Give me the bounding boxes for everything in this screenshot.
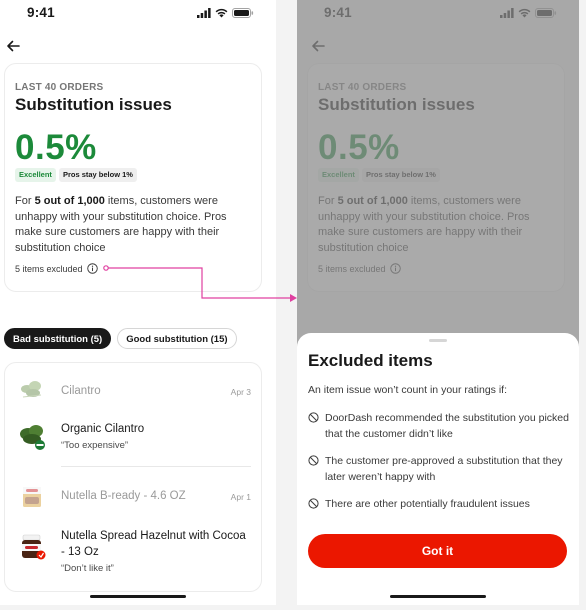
organic-cilantro-thumbnail bbox=[20, 425, 45, 450]
original-item-name: Nutella B-ready - 4.6 OZ bbox=[61, 490, 186, 502]
signal-icon bbox=[197, 8, 211, 18]
customer-note: “Too expensive” bbox=[61, 440, 129, 451]
threshold-badge: Pros stay below 1% bbox=[58, 168, 137, 182]
got-it-button[interactable]: Got it bbox=[308, 534, 567, 568]
home-indicator bbox=[390, 595, 486, 598]
order-date: Apr 1 bbox=[230, 492, 251, 502]
nutella-bready-faded-thumbnail bbox=[23, 487, 41, 507]
desc-prefix: For bbox=[15, 195, 35, 207]
rule-text: DoorDash recommended the substitution yo… bbox=[325, 412, 569, 440]
list-item[interactable]: Nutella B-ready - 4.6 OZ Apr 1 Nutella S… bbox=[5, 467, 261, 591]
sheet-intro: An item issue won’t count in your rating… bbox=[308, 384, 508, 396]
metric-eyebrow: LAST 40 ORDERS bbox=[15, 82, 104, 93]
original-item-name: Cilantro bbox=[61, 385, 101, 397]
wifi-icon bbox=[215, 8, 228, 18]
exclusion-rule: There are other potentially fraudulent i… bbox=[308, 496, 570, 512]
customer-note: “Don’t like it” bbox=[61, 563, 114, 574]
substitute-item-name: Nutella Spread Hazelnut with Cocoa - 13 … bbox=[61, 530, 246, 558]
rating-badge: Excellent bbox=[15, 168, 56, 182]
metric-card: LAST 40 ORDERS Substitution issues 0.5% … bbox=[4, 63, 262, 292]
status-time: 9:41 bbox=[27, 5, 55, 20]
metric-title: Substitution issues bbox=[15, 95, 172, 114]
prohibited-icon bbox=[308, 498, 319, 509]
excluded-label: 5 items excluded bbox=[15, 263, 83, 274]
chip-bad-substitution[interactable]: Bad substitution (5) bbox=[4, 328, 112, 349]
substitution-list: Cilantro Apr 3 Organic Cilantro “Too exp… bbox=[4, 362, 262, 592]
nutella-jar-thumbnail bbox=[22, 534, 46, 560]
prohibited-icon bbox=[308, 455, 319, 466]
exclusion-rule: The customer pre-approved a substitution… bbox=[308, 453, 570, 485]
cilantro-faded-thumbnail bbox=[21, 381, 42, 398]
rule-text: There are other potentially fraudulent i… bbox=[325, 498, 530, 510]
order-date: Apr 3 bbox=[230, 387, 251, 397]
home-indicator bbox=[90, 595, 186, 598]
filter-chips: Bad substitution (5) Good substitution (… bbox=[4, 328, 237, 349]
sheet-title: Excluded items bbox=[308, 351, 433, 370]
status-icons bbox=[197, 8, 254, 18]
metric-detail-screen: 9:41 LAST 40 ORDERS Substitution issues … bbox=[0, 0, 276, 605]
prohibited-icon bbox=[308, 412, 319, 423]
back-arrow-icon[interactable] bbox=[5, 38, 21, 54]
desc-highlight: 5 out of 1,000 bbox=[34, 195, 105, 207]
battery-icon bbox=[232, 8, 254, 18]
excluded-items-link[interactable]: 5 items excluded bbox=[15, 263, 98, 274]
exclusion-rule: DoorDash recommended the substitution yo… bbox=[308, 410, 570, 442]
substitute-item-name: Organic Cilantro bbox=[61, 423, 145, 435]
excluded-items-sheet: Excluded items An item issue won’t count… bbox=[297, 333, 579, 605]
sheet-drag-handle[interactable] bbox=[429, 339, 447, 342]
status-bar: 9:41 bbox=[0, 0, 276, 28]
badge-row: Excellent Pros stay below 1% bbox=[15, 168, 137, 182]
list-item[interactable]: Cilantro Apr 3 Organic Cilantro “Too exp… bbox=[5, 363, 261, 463]
excluded-items-screen: 9:41 LAST 40 ORDERS Substitution issues … bbox=[297, 0, 579, 605]
metric-value: 0.5% bbox=[15, 128, 97, 167]
info-icon[interactable] bbox=[86, 263, 98, 274]
chip-good-substitution[interactable]: Good substitution (15) bbox=[117, 328, 237, 349]
metric-description: For 5 out of 1,000 items, customers were… bbox=[15, 194, 255, 256]
rule-text: The customer pre-approved a substitution… bbox=[325, 455, 563, 483]
